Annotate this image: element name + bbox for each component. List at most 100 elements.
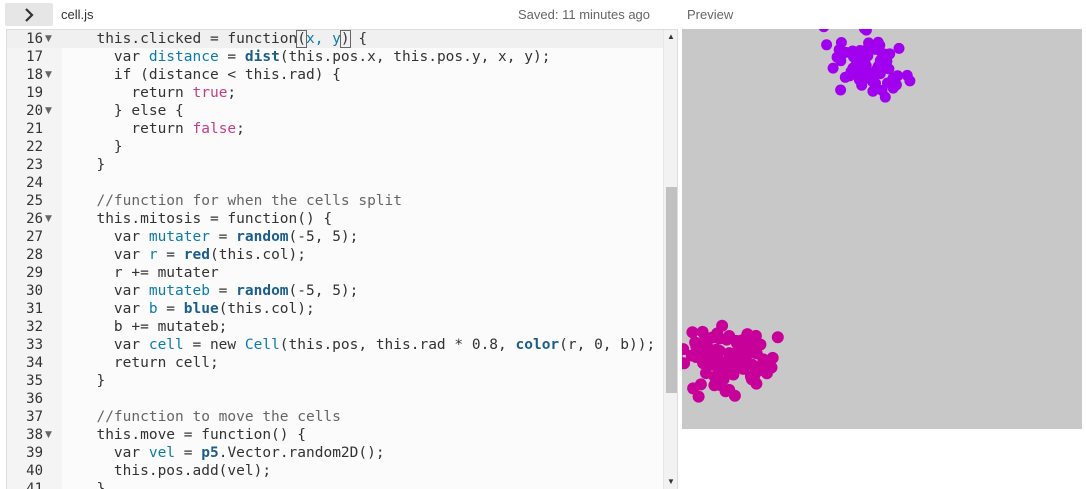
cell-dot[interactable]: [884, 48, 896, 60]
line-number: 26: [26, 211, 43, 227]
cell-dot[interactable]: [716, 319, 729, 332]
code-line[interactable]: 33 var cell = new Cell(this.pos, this.ra…: [7, 336, 663, 354]
cell-dot[interactable]: [686, 326, 699, 339]
bottom-cluster: [682, 319, 784, 403]
code-line[interactable]: 41 }: [7, 480, 663, 489]
code-line[interactable]: 32 b += mutateb;: [7, 318, 663, 336]
line-number: 41: [26, 481, 43, 489]
cell-dot[interactable]: [890, 79, 902, 91]
cell-dot[interactable]: [818, 29, 829, 33]
code-token: (this.col);: [218, 301, 315, 317]
line-number: 40: [26, 463, 43, 479]
cell-dot[interactable]: [708, 379, 721, 392]
code-line[interactable]: 17 var distance = dist(this.pos.x, this.…: [7, 48, 663, 66]
cell-dot[interactable]: [687, 382, 700, 395]
code-line[interactable]: 26 ▼ this.mitosis = function() {: [7, 210, 663, 228]
code-token: }: [79, 373, 106, 389]
code-editor[interactable]: 16 ▼ this.clicked = function(x, y) {17 va…: [6, 29, 678, 489]
line-number: 27: [26, 229, 43, 245]
code-line[interactable]: 28 var r = red(this.col);: [7, 246, 663, 264]
cell-dot[interactable]: [696, 325, 709, 338]
code-token: (this.pos, this.rad * 0.8,: [279, 337, 516, 353]
code-line[interactable]: 18 ▼ if (distance < this.rad) {: [7, 66, 663, 84]
cell-dot[interactable]: [723, 347, 736, 360]
code-line[interactable]: 27 var mutater = random(-5, 5);: [7, 228, 663, 246]
cell-dot[interactable]: [754, 338, 767, 351]
code-line[interactable]: 36: [7, 390, 663, 408]
cell-dot[interactable]: [853, 74, 865, 86]
code-line[interactable]: 30 var mutateb = random(-5, 5);: [7, 282, 663, 300]
cell-dot[interactable]: [872, 36, 884, 48]
code-token: r += mutater: [79, 265, 219, 281]
code-line[interactable]: 38 ▼ this.move = function() {: [7, 426, 663, 444]
code-text: }: [79, 372, 105, 390]
cell-dot[interactable]: [728, 389, 741, 402]
cell-dot[interactable]: [835, 37, 847, 48]
top-bar: cell.js Saved: 11 minutes ago Preview: [0, 0, 1086, 29]
code-token: this.move = function() {: [79, 427, 306, 443]
cell-dot[interactable]: [741, 328, 754, 341]
code-text: var b = blue(this.col);: [79, 300, 315, 318]
code-token: r: [148, 247, 158, 263]
fold-arrow-icon[interactable]: ▼: [45, 66, 52, 84]
code-text: var cell = new Cell(this.pos, this.rad *…: [79, 336, 655, 354]
cell-dot[interactable]: [893, 42, 905, 54]
editor-scrollbar[interactable]: ▲ ▼: [663, 30, 677, 489]
fold-arrow-icon[interactable]: ▼: [45, 210, 52, 228]
code-line[interactable]: 34 return cell;: [7, 354, 663, 372]
code-line[interactable]: 35 }: [7, 372, 663, 390]
cell-dot[interactable]: [705, 358, 718, 370]
code-token: p5: [201, 445, 219, 461]
code-line[interactable]: 39 var vel = p5.Vector.random2D();: [7, 444, 663, 462]
cell-dot[interactable]: [730, 334, 743, 347]
fold-arrow-icon[interactable]: ▼: [45, 426, 52, 444]
cell-dot[interactable]: [848, 51, 859, 63]
code-area[interactable]: 16 ▼ this.clicked = function(x, y) {17 va…: [7, 30, 663, 489]
cell-dot[interactable]: [685, 349, 698, 362]
code-line[interactable]: 21 return false;: [7, 120, 663, 138]
code-line[interactable]: 20 ▼ } else {: [7, 102, 663, 120]
scrollbar-thumb[interactable]: [666, 187, 677, 393]
code-line[interactable]: 19 return true;: [7, 84, 663, 102]
code-line[interactable]: 31 var b = blue(this.col);: [7, 300, 663, 318]
cell-dot[interactable]: [821, 39, 833, 51]
scroll-down-arrow-icon[interactable]: ▼: [667, 478, 675, 486]
cell-dot[interactable]: [879, 60, 890, 72]
sidebar-toggle-button[interactable]: [5, 3, 53, 26]
code-text: this.mitosis = function() {: [79, 210, 332, 228]
code-token: ;: [227, 85, 237, 101]
code-line[interactable]: 22 }: [7, 138, 663, 156]
sketch-canvas[interactable]: [682, 29, 1082, 429]
cell-dot[interactable]: [750, 377, 763, 390]
cell-dot[interactable]: [904, 75, 916, 87]
code-token: return: [79, 85, 193, 101]
code-token: Cell: [244, 337, 280, 353]
code-token: ;: [236, 121, 245, 137]
file-name[interactable]: cell.js: [61, 7, 94, 22]
fold-arrow-icon[interactable]: ▼: [45, 102, 52, 120]
code-line[interactable]: 23 }: [7, 156, 663, 174]
cell-dot[interactable]: [835, 84, 847, 96]
cell-dot[interactable]: [845, 66, 857, 77]
code-line[interactable]: 40 this.pos.add(vel);: [7, 462, 663, 480]
code-line[interactable]: 25 //function for when the cells split: [7, 192, 663, 210]
saved-status: Saved: 11 minutes ago: [518, 7, 651, 22]
cell-dot[interactable]: [835, 55, 847, 67]
code-token: (this.pos.x, this.pos.y, x, y);: [279, 49, 551, 65]
line-number: 37: [26, 409, 43, 425]
line-number: 16: [26, 31, 43, 47]
preview-canvas[interactable]: [682, 29, 1082, 429]
code-token: cell: [148, 337, 184, 353]
code-token: =: [157, 247, 184, 263]
fold-arrow-icon[interactable]: ▼: [45, 30, 52, 48]
cell-dot[interactable]: [765, 361, 778, 374]
code-line[interactable]: 29 r += mutater: [7, 264, 663, 282]
code-line[interactable]: 16 ▼ this.clicked = function(x, y) {: [7, 30, 663, 48]
cell-dot[interactable]: [737, 348, 750, 361]
scroll-up-arrow-icon[interactable]: ▲: [667, 33, 675, 41]
cell-dot[interactable]: [771, 331, 784, 344]
code-line[interactable]: 37 //function to move the cells: [7, 408, 663, 426]
code-line[interactable]: 24: [7, 174, 663, 192]
code-token: (-5, 5);: [288, 229, 359, 245]
cell-dot[interactable]: [689, 336, 702, 349]
